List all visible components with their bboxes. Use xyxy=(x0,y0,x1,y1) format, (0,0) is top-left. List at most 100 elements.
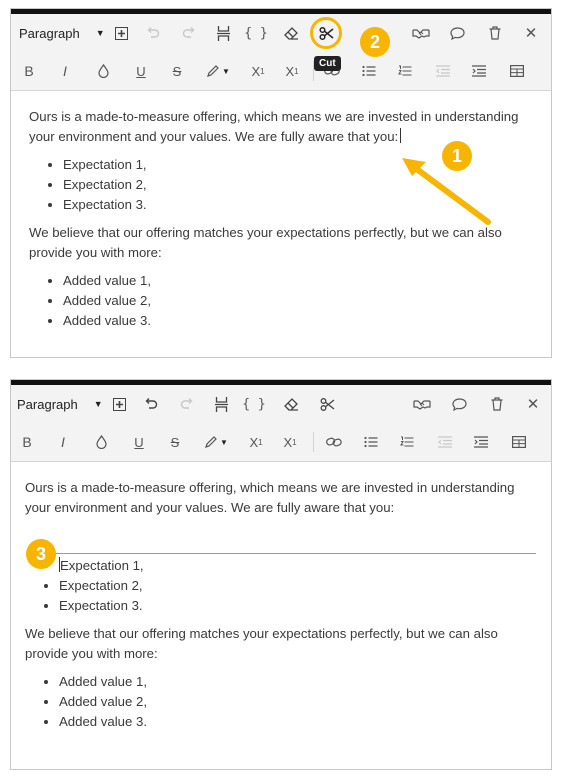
underline-icon[interactable]: U xyxy=(127,423,151,461)
strike-label: S xyxy=(172,63,182,79)
subscript-mark: 1 xyxy=(292,437,297,447)
step-badge-2: 2 xyxy=(360,27,390,57)
underline-icon[interactable]: U xyxy=(129,52,153,90)
editor-content[interactable]: Ours is a made-to-measure offering, whic… xyxy=(11,462,551,754)
paragraph-style-select[interactable]: Paragraph ▼ xyxy=(17,385,105,423)
paragraph-style-select[interactable]: Paragraph ▼ xyxy=(19,14,107,52)
text-cursor xyxy=(400,128,402,143)
editor-toolbar: Paragraph ▼ { } ✕ B I U S ▼ X 1 X 1 xyxy=(11,14,551,91)
caret-down-icon: ▼ xyxy=(222,66,230,76)
list-item[interactable]: Added value 3. xyxy=(63,311,533,331)
insert-block-icon[interactable] xyxy=(107,385,131,423)
list-item[interactable]: Added value 3. xyxy=(59,712,533,732)
list-item[interactable]: Added value 2, xyxy=(63,291,533,311)
bold-icon[interactable]: B xyxy=(15,423,39,461)
superscript-label: X xyxy=(249,434,259,450)
close-icon[interactable]: ✕ xyxy=(521,385,545,423)
comment-icon[interactable] xyxy=(445,14,469,52)
cut-tooltip: Cut xyxy=(314,56,341,71)
highlighter-icon[interactable]: ▼ xyxy=(199,423,233,461)
indent-icon[interactable] xyxy=(469,423,493,461)
numbered-list-icon[interactable] xyxy=(393,52,417,90)
list-item[interactable]: Expectation 1, xyxy=(59,556,533,576)
table-icon[interactable] xyxy=(507,423,531,461)
italic-icon[interactable]: I xyxy=(53,52,77,90)
insert-block-icon[interactable] xyxy=(109,14,133,52)
editor-panel-after: Paragraph ▼ { } ✕ B I U S ▼ X 1 X 1 Ours… xyxy=(10,379,552,770)
eraser-icon[interactable] xyxy=(279,14,303,52)
subscript-label: X xyxy=(285,63,295,79)
subscript-icon[interactable]: X1 xyxy=(277,52,307,90)
underline-label: U xyxy=(134,434,144,450)
toolbar-row-2: B I U S ▼ X1 X1 xyxy=(11,423,551,461)
strikethrough-icon[interactable]: S xyxy=(163,423,187,461)
subscript-label: X xyxy=(283,434,293,450)
table-icon[interactable] xyxy=(505,52,529,90)
undo-icon[interactable] xyxy=(139,385,163,423)
underline-label: U xyxy=(136,63,146,79)
subscript-icon[interactable]: X1 xyxy=(275,423,305,461)
paragraph-intro-text: Ours is a made-to-measure offering, whic… xyxy=(29,109,519,144)
handshake-icon[interactable] xyxy=(409,385,435,423)
paragraph-offering[interactable]: We believe that our offering matches you… xyxy=(25,624,533,664)
link-icon[interactable] xyxy=(321,423,347,461)
list-item[interactable]: Expectation 3. xyxy=(59,596,533,616)
undo-icon[interactable] xyxy=(141,14,165,52)
eraser-icon[interactable] xyxy=(279,385,303,423)
outdent-icon[interactable] xyxy=(431,52,455,90)
strike-label: S xyxy=(170,434,180,450)
highlighter-icon[interactable]: ▼ xyxy=(201,52,235,90)
toolbar-separator xyxy=(313,432,314,452)
bullet-list-icon[interactable] xyxy=(359,423,383,461)
handshake-icon[interactable] xyxy=(408,14,434,52)
list-item[interactable]: Added value 2, xyxy=(59,692,533,712)
superscript-mark: 1 xyxy=(260,66,265,76)
paragraph-style-label: Paragraph xyxy=(17,396,78,412)
outdent-icon[interactable] xyxy=(433,423,457,461)
paragraph-intro[interactable]: Ours is a made-to-measure offering, whic… xyxy=(25,478,533,518)
superscript-label: X xyxy=(251,63,261,79)
redo-icon[interactable] xyxy=(177,14,201,52)
page-break-icon[interactable] xyxy=(209,385,233,423)
added-values-list: Added value 1, Added value 2, Added valu… xyxy=(63,271,533,331)
highlight-circle xyxy=(310,17,342,49)
toolbar-row-1: Paragraph ▼ { } ✕ xyxy=(11,14,551,52)
subscript-mark: 1 xyxy=(294,66,299,76)
paragraph-style-label: Paragraph xyxy=(19,25,80,41)
italic-icon[interactable]: I xyxy=(51,423,75,461)
strikethrough-icon[interactable]: S xyxy=(165,52,189,90)
list-item[interactable]: Added value 1, xyxy=(63,271,533,291)
superscript-icon[interactable]: X1 xyxy=(243,52,273,90)
indent-icon[interactable] xyxy=(467,52,491,90)
pointer-arrow-icon xyxy=(402,158,491,225)
bold-icon[interactable]: B xyxy=(17,52,41,90)
editor-toolbar: Paragraph ▼ { } ✕ B I U S ▼ X 1 X 1 xyxy=(11,385,551,462)
list-item[interactable]: Added value 1, xyxy=(59,672,533,692)
list-item-text: Expectation 1, xyxy=(60,558,144,573)
code-braces-icon[interactable]: { } xyxy=(241,385,267,423)
bullet-list-icon[interactable] xyxy=(357,52,381,90)
ink-drop-icon[interactable] xyxy=(91,52,115,90)
expectations-list: Expectation 1, Expectation 2, Expectatio… xyxy=(59,556,533,616)
added-values-list: Added value 1, Added value 2, Added valu… xyxy=(59,672,533,732)
ink-drop-icon[interactable] xyxy=(89,423,113,461)
paragraph-offering[interactable]: We believe that our offering matches you… xyxy=(29,223,533,263)
toolbar-row-1: Paragraph ▼ { } ✕ xyxy=(11,385,551,423)
italic-label: I xyxy=(61,434,65,450)
chevron-down-icon: ▼ xyxy=(95,28,105,38)
close-icon[interactable]: ✕ xyxy=(519,14,543,52)
superscript-icon[interactable]: X1 xyxy=(241,423,271,461)
caret-down-icon: ▼ xyxy=(220,437,228,447)
comment-icon[interactable] xyxy=(447,385,471,423)
page-break-line xyxy=(40,553,536,554)
code-braces-icon[interactable]: { } xyxy=(243,14,269,52)
list-item[interactable]: Expectation 2, xyxy=(59,576,533,596)
scissors-icon[interactable] xyxy=(315,385,339,423)
superscript-mark: 1 xyxy=(258,437,263,447)
redo-icon[interactable] xyxy=(175,385,199,423)
page-break-icon[interactable] xyxy=(211,14,235,52)
toolbar-row-2: B I U S ▼ X1 X1 xyxy=(11,52,551,90)
trash-icon[interactable] xyxy=(485,385,509,423)
numbered-list-icon[interactable] xyxy=(395,423,419,461)
trash-icon[interactable] xyxy=(483,14,507,52)
